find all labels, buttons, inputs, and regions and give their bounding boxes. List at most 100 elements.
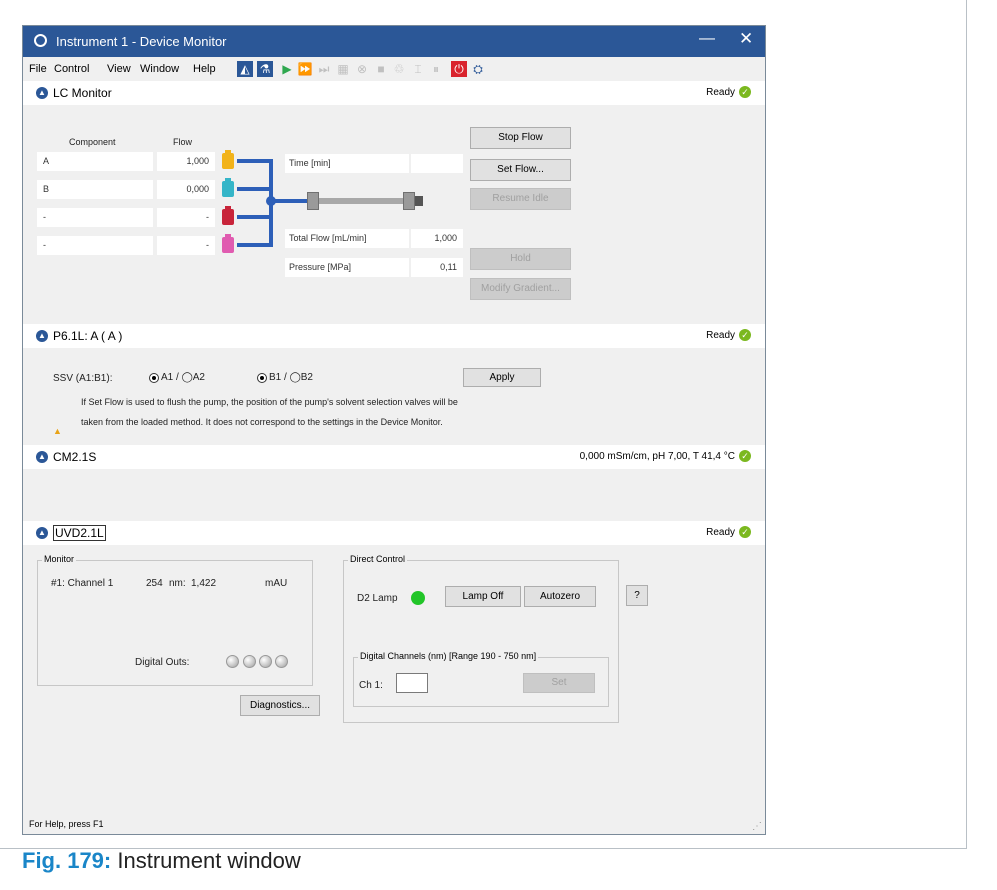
component-cell: - (37, 236, 153, 255)
pump-header[interactable]: ▲ P6.1L: A ( A ) Ready ✓ (23, 324, 765, 348)
autozero-button[interactable]: Autozero (524, 586, 596, 607)
bottle-b-icon (222, 178, 234, 197)
channel-name: #1: Channel 1 (51, 578, 114, 589)
instrument-icon[interactable]: ◭ (237, 61, 253, 77)
radio-b-label: B1 / ◯B2 (269, 372, 313, 383)
flow-cell: 1,000 (157, 152, 215, 171)
lc-monitor-header[interactable]: ▲ LC Monitor Ready ✓ (23, 81, 765, 105)
pump-title: P6.1L: A ( A ) (53, 329, 123, 343)
digital-channels-label: Digital Channels (nm) [Range 190 - 750 n… (358, 651, 539, 661)
time-value (411, 154, 463, 173)
inject-icon: ⌶ (414, 62, 422, 76)
help-button[interactable]: ? (626, 585, 648, 606)
column-fitting-icon (403, 192, 415, 210)
flow-pipe (237, 215, 269, 219)
hold-button[interactable]: Hold (470, 248, 571, 270)
time-label: Time [min] (285, 154, 409, 173)
check-icon: ✓ (739, 86, 751, 98)
figure-text: Instrument window (117, 848, 301, 873)
set-flow-button[interactable]: Set Flow... (470, 159, 571, 181)
chevron-up-icon[interactable]: ▲ (36, 527, 48, 539)
menu-control[interactable]: Control (54, 63, 89, 75)
menu-bar: File Control View Window Help ◭ ⚗ ▶ ⏩ ⏭ … (23, 57, 765, 81)
pump-status: Ready (706, 330, 735, 341)
chevron-up-icon[interactable]: ▲ (36, 330, 48, 342)
ssv-label: SSV (A1:B1): (53, 373, 113, 384)
digital-out-led (226, 655, 239, 668)
direct-control-label: Direct Control (348, 554, 408, 564)
stop-flow-button[interactable]: Stop Flow (470, 127, 571, 149)
pressure-value: 0,11 (411, 258, 463, 277)
apply-button[interactable]: Apply (463, 368, 541, 387)
radio-a-label: A1 / ◯A2 (161, 372, 205, 383)
component-cell: B (37, 180, 153, 199)
sequence-icon: ▦ (337, 62, 349, 76)
connect-icon[interactable]: ⛭ (470, 61, 486, 77)
diagnostics-button[interactable]: Diagnostics... (240, 695, 320, 716)
set-button[interactable]: Set (523, 673, 595, 693)
wavelength-value: 254 (146, 578, 163, 589)
chevron-up-icon[interactable]: ▲ (36, 87, 48, 99)
stop-icon: ■ (377, 62, 385, 76)
status-bar: For Help, press F1 ⋰ (23, 811, 765, 834)
resume-idle-button[interactable]: Resume Idle (470, 188, 571, 210)
title-bar[interactable]: Instrument 1 - Device Monitor — ✕ (23, 26, 765, 57)
column-icon (319, 198, 403, 204)
wavelength-unit: nm: (169, 578, 186, 589)
bottle-d-icon (222, 234, 234, 253)
fast-forward-icon: ⏩ (297, 62, 313, 76)
lamp-status-icon (411, 591, 425, 605)
purge-icon: ♲ (393, 62, 405, 76)
cm-header[interactable]: ▲ CM2.1S 0,000 mSm/cm, pH 7,00, T 41,4 °… (23, 445, 765, 469)
minimize-button[interactable]: — (699, 30, 715, 48)
absorbance-value: 1,422 (191, 578, 217, 589)
figure-number: Fig. 179: (22, 848, 112, 873)
uvd-title: UVD2.1L (53, 525, 106, 541)
digital-out-led (275, 655, 288, 668)
run-icon[interactable]: ▶ (279, 61, 295, 77)
menu-help[interactable]: Help (193, 63, 216, 75)
radio-a1[interactable] (149, 373, 159, 383)
lamp-off-button[interactable]: Lamp Off (445, 586, 521, 607)
power-off-icon[interactable]: ⏻ (451, 61, 467, 77)
column-fitting-icon (307, 192, 319, 210)
total-flow-value: 1,000 (411, 229, 463, 248)
d2-lamp-label: D2 Lamp (357, 593, 398, 604)
modify-gradient-button[interactable]: Modify Gradient... (470, 278, 571, 300)
menu-file[interactable]: File (29, 63, 47, 75)
figure-caption: Fig. 179: Instrument window (22, 848, 301, 874)
flow-pipe (237, 187, 269, 191)
window-title: Instrument 1 - Device Monitor (56, 34, 227, 49)
flow-pipe (237, 159, 269, 163)
pump-note-line1: If Set Flow is used to flush the pump, t… (81, 397, 458, 407)
bottle-c-icon (222, 206, 234, 225)
app-icon (34, 34, 47, 47)
total-flow-label: Total Flow [mL/min] (285, 229, 409, 248)
abort-icon: ⊗ (356, 62, 368, 76)
instrument-window: Instrument 1 - Device Monitor — ✕ File C… (22, 25, 766, 835)
ch1-label: Ch 1: (359, 680, 383, 691)
status-text: For Help, press F1 (29, 819, 104, 829)
cm-title: CM2.1S (53, 450, 97, 464)
resize-grip-icon[interactable]: ⋰ (752, 821, 762, 832)
close-button[interactable]: ✕ (739, 29, 753, 49)
menu-view[interactable]: View (107, 63, 131, 75)
ch1-input[interactable] (396, 673, 428, 693)
bottle-a-icon (222, 150, 234, 169)
flow-cell: - (157, 236, 215, 255)
component-cell: A (37, 152, 153, 171)
digital-out-led (259, 655, 272, 668)
mixer-icon (266, 196, 276, 206)
step-icon: ⏭ (318, 62, 330, 76)
chevron-up-icon[interactable]: ▲ (36, 451, 48, 463)
digital-outs-label: Digital Outs: (135, 657, 190, 668)
flow-header: Flow (173, 137, 193, 147)
uvd-header[interactable]: ▲ UVD2.1L Ready ✓ (23, 521, 765, 545)
digital-out-led (243, 655, 256, 668)
device-monitor-content: ▲ LC Monitor Ready ✓ Component Flow A 1,… (23, 81, 765, 811)
menu-window[interactable]: Window (140, 63, 179, 75)
column-outlet-icon (415, 196, 423, 206)
method-icon[interactable]: ⚗ (257, 61, 273, 77)
lc-monitor-status: Ready (706, 87, 735, 98)
radio-b1[interactable] (257, 373, 267, 383)
